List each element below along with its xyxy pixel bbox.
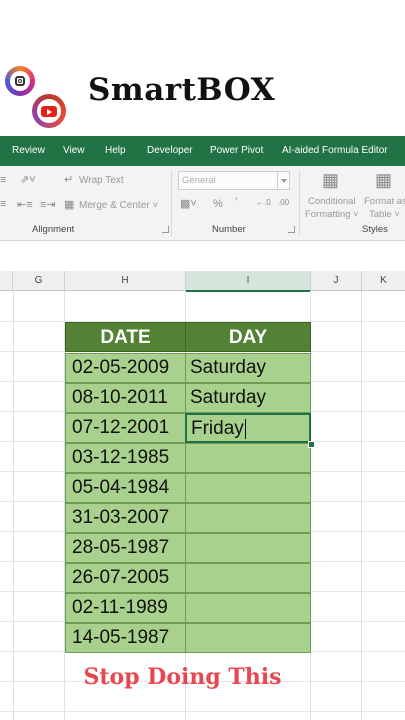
ribbon-tab-bar: Review View Help Developer Power Pivot A… [0,136,405,166]
number-format-select[interactable]: General [178,171,290,190]
orientation-icon[interactable]: ⇗˅ [20,173,36,186]
alignment-launcher-icon[interactable] [162,226,169,233]
youtube-icon[interactable] [32,94,66,128]
day-cell[interactable] [185,533,311,563]
ribbon-separator [299,170,300,236]
day-cell[interactable] [185,593,311,623]
date-cell[interactable]: 14-05-1987 [65,623,186,653]
tab-view[interactable]: View [63,145,85,156]
align-lines-icon[interactable]: ≡ [0,174,6,186]
text-cursor [244,418,246,439]
alignment-group-label: Alignment [32,224,75,235]
date-cell[interactable]: 07-12-2001 [65,413,186,443]
column-header-k[interactable]: K [362,271,405,290]
column-header-partial[interactable] [0,271,13,290]
day-cell[interactable] [185,503,311,533]
active-day-cell[interactable]: Friday [185,413,311,443]
day-cell[interactable] [185,473,311,503]
caption: Stop Doing This [83,664,282,690]
date-cell[interactable]: 28-05-1987 [65,533,186,563]
column-header-i[interactable]: I [186,271,311,292]
date-cell[interactable]: 31-03-2007 [65,503,186,533]
tab-developer[interactable]: Developer [147,145,193,156]
date-cell[interactable]: 02-05-2009 [65,353,186,383]
day-cell-value: Friday [191,418,244,439]
date-cell[interactable]: 26-07-2005 [65,563,186,593]
number-group-label: Number [212,224,246,235]
day-cell[interactable] [185,443,311,473]
ribbon: ≡ ⇗˅ ≡ ⇤≡ ≡⇥ ↵ Wrap Text ▦ Merge & Cente… [0,166,405,241]
day-cell[interactable]: Saturday [185,353,311,383]
tab-review[interactable]: Review [12,145,45,156]
instagram-icon[interactable] [5,66,35,96]
tab-power-pivot[interactable]: Power Pivot [210,145,263,156]
ribbon-separator [171,170,172,236]
date-cell[interactable]: 08-10-2011 [65,383,186,413]
date-cell[interactable]: 05-04-1984 [65,473,186,503]
merge-center-icon[interactable]: ▦ [64,198,74,211]
day-cell[interactable] [185,563,311,593]
wrap-text-button[interactable]: Wrap Text [79,175,124,186]
tab-ai-formula-editor[interactable]: AI-aided Formula Editor [282,145,388,156]
day-cell[interactable]: Saturday [185,383,311,413]
date-cell[interactable]: 03-12-1985 [65,443,186,473]
day-cell[interactable] [185,623,311,653]
header-day[interactable]: DAY [185,322,311,352]
decrease-indent-icon[interactable]: ⇤≡ [17,198,33,211]
conditional-formatting-icon[interactable]: ▦ [322,170,339,191]
align-right-icon[interactable]: ≡ [0,198,6,210]
increase-decimal-icon[interactable]: ←.0 [256,198,271,207]
column-header-h[interactable]: H [65,271,186,290]
format-as-table-button[interactable]: Format as [364,196,405,207]
percent-style-icon[interactable]: % [213,198,223,210]
chevron-down-icon[interactable] [277,172,289,189]
merge-center-button[interactable]: Merge & Center ˅ [79,200,158,211]
number-format-value: General [182,175,216,186]
brand-title: SmartBOX [88,72,276,108]
column-header-row: G H I J K [0,271,405,292]
column-header-j[interactable]: J [311,271,362,290]
formula-bar-area [0,241,405,271]
comma-style-icon[interactable]: ’ [235,196,237,208]
fill-handle[interactable] [308,441,315,448]
increase-indent-icon[interactable]: ≡⇥ [40,198,56,211]
format-as-table-icon[interactable]: ▦ [375,170,392,191]
decrease-decimal-icon[interactable]: .00 [278,198,289,207]
number-launcher-icon[interactable] [288,226,295,233]
format-as-table-sub[interactable]: Table ˅ [369,209,400,220]
conditional-formatting-button[interactable]: Conditional [308,196,356,207]
styles-group-label: Styles [362,224,388,235]
date-cell[interactable]: 02-11-1989 [65,593,186,623]
header-date[interactable]: DATE [65,322,186,352]
accounting-format-icon[interactable]: ▩˅ [180,197,197,210]
wrap-text-icon[interactable]: ↵ [64,173,73,186]
tab-help[interactable]: Help [105,145,126,156]
column-header-g[interactable]: G [13,271,65,290]
conditional-formatting-sub[interactable]: Formatting ˅ [305,209,359,220]
